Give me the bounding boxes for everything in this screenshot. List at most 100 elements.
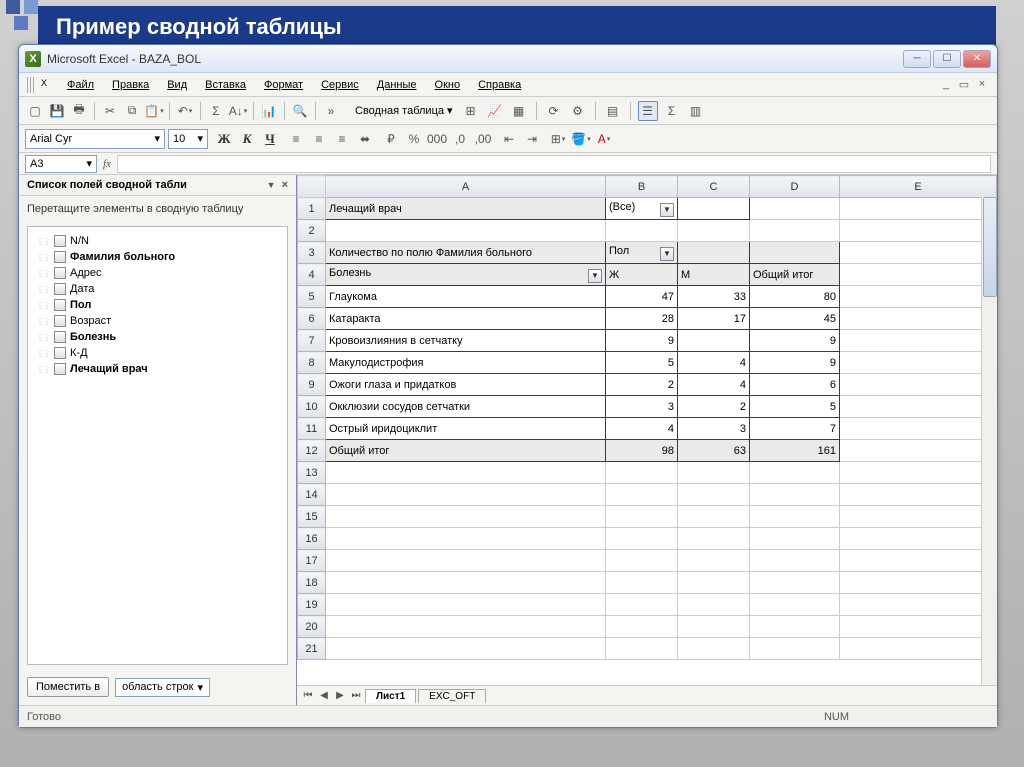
dropdown-icon[interactable]: ▼ [660, 247, 674, 261]
close-button[interactable]: ✕ [963, 50, 991, 68]
row-header[interactable]: 5 [298, 286, 326, 308]
cell[interactable] [840, 616, 997, 638]
name-box[interactable]: A3▾ [25, 155, 97, 173]
data-cell[interactable]: 45 [750, 308, 840, 330]
underline-icon[interactable]: Ч [260, 129, 280, 149]
row-header[interactable]: 2 [298, 220, 326, 242]
cell[interactable] [840, 418, 997, 440]
sheet-tab-1[interactable]: Лист1 [365, 689, 416, 703]
total-cell[interactable]: 63 [678, 440, 750, 462]
pivot-hide-icon[interactable]: ▦ [509, 101, 529, 121]
cell[interactable] [678, 550, 750, 572]
data-cell[interactable]: 47 [606, 286, 678, 308]
field-item[interactable]: ⋮⋮N/N [32, 233, 283, 249]
doc-restore-icon[interactable]: ▭ [957, 78, 971, 92]
total-cell[interactable]: 161 [750, 440, 840, 462]
cell[interactable] [606, 506, 678, 528]
cell[interactable] [840, 396, 997, 418]
cell[interactable] [606, 484, 678, 506]
cell[interactable] [840, 572, 997, 594]
grip-icon[interactable] [27, 77, 35, 93]
cell[interactable] [840, 484, 997, 506]
pivot-calc-icon[interactable]: Σ [662, 101, 682, 121]
cell[interactable] [606, 462, 678, 484]
col-header[interactable]: A [326, 176, 606, 198]
menu-insert[interactable]: Вставка [199, 77, 252, 93]
row-label[interactable]: Острый иридоциклит [326, 418, 606, 440]
cell[interactable] [326, 220, 606, 242]
row-label[interactable]: Кровоизлияния в сетчатку [326, 330, 606, 352]
field-item[interactable]: ⋮⋮Пол [32, 297, 283, 313]
cell[interactable] [750, 462, 840, 484]
cell[interactable] [678, 506, 750, 528]
menu-edit[interactable]: Правка [106, 77, 155, 93]
dropdown-icon[interactable]: ▼ [660, 203, 674, 217]
cell[interactable] [840, 352, 997, 374]
copy-icon[interactable]: ⧉ [122, 101, 142, 121]
cell[interactable] [326, 506, 606, 528]
cell[interactable] [326, 594, 606, 616]
row-header[interactable]: 18 [298, 572, 326, 594]
tab-prev-icon[interactable]: ◀ [317, 690, 331, 701]
inc-decimal-icon[interactable]: ,0 [450, 129, 470, 149]
pivot-refresh-icon[interactable]: ⟳ [544, 101, 564, 121]
cell[interactable] [606, 616, 678, 638]
col-header[interactable]: D [750, 176, 840, 198]
cell[interactable] [840, 440, 997, 462]
data-cell[interactable]: 4 [678, 374, 750, 396]
cut-icon[interactable]: ✂ [100, 101, 120, 121]
row-field-cell[interactable]: Болезнь▼ [326, 264, 606, 286]
cell[interactable] [840, 264, 997, 286]
data-cell[interactable]: 9 [750, 352, 840, 374]
row-label[interactable]: Окклюзии сосудов сетчатки [326, 396, 606, 418]
data-cell[interactable]: 2 [678, 396, 750, 418]
cell[interactable] [678, 198, 750, 220]
col-label[interactable]: Ж [606, 264, 678, 286]
cell[interactable] [678, 462, 750, 484]
row-header[interactable]: 3 [298, 242, 326, 264]
fill-color-icon[interactable]: 🪣 [571, 129, 591, 149]
cell[interactable] [678, 638, 750, 660]
row-header[interactable]: 17 [298, 550, 326, 572]
select-all[interactable] [298, 176, 326, 198]
row-header[interactable]: 21 [298, 638, 326, 660]
font-color-icon[interactable]: A [594, 129, 614, 149]
cell[interactable] [840, 286, 997, 308]
data-cell[interactable]: 9 [606, 330, 678, 352]
row-header[interactable]: 9 [298, 374, 326, 396]
cell[interactable] [606, 594, 678, 616]
page-value-cell[interactable]: (Все)▼ [606, 198, 678, 220]
row-header[interactable]: 14 [298, 484, 326, 506]
menu-tools[interactable]: Сервис [315, 77, 365, 93]
sort-icon[interactable]: A↓ [228, 101, 248, 121]
bold-icon[interactable]: Ж [214, 129, 234, 149]
menu-window[interactable]: Окно [429, 77, 467, 93]
cell[interactable] [840, 198, 997, 220]
field-item[interactable]: ⋮⋮Дата [32, 281, 283, 297]
field-item[interactable]: ⋮⋮К-Д [32, 345, 283, 361]
data-cell[interactable]: 7 [750, 418, 840, 440]
data-cell[interactable]: 33 [678, 286, 750, 308]
cell[interactable] [840, 506, 997, 528]
cell[interactable] [750, 594, 840, 616]
cell[interactable] [326, 616, 606, 638]
cell[interactable] [326, 484, 606, 506]
field-item[interactable]: ⋮⋮Возраст [32, 313, 283, 329]
total-label[interactable]: Общий итог [326, 440, 606, 462]
row-header[interactable]: 13 [298, 462, 326, 484]
cell[interactable] [840, 374, 997, 396]
doc-icon[interactable]: X [41, 78, 55, 92]
cell[interactable] [840, 462, 997, 484]
currency-icon[interactable]: ₽ [381, 129, 401, 149]
col-label[interactable]: М [678, 264, 750, 286]
row-label[interactable]: Макулодистрофия [326, 352, 606, 374]
data-cell[interactable]: 5 [606, 352, 678, 374]
pivot-settings-icon[interactable]: ⚙ [568, 101, 588, 121]
col-header[interactable]: C [678, 176, 750, 198]
total-cell[interactable]: 98 [606, 440, 678, 462]
cell[interactable] [326, 638, 606, 660]
col-label[interactable]: Общий итог [750, 264, 840, 286]
data-cell[interactable]: 17 [678, 308, 750, 330]
field-item[interactable]: ⋮⋮Адрес [32, 265, 283, 281]
cell[interactable] [840, 550, 997, 572]
